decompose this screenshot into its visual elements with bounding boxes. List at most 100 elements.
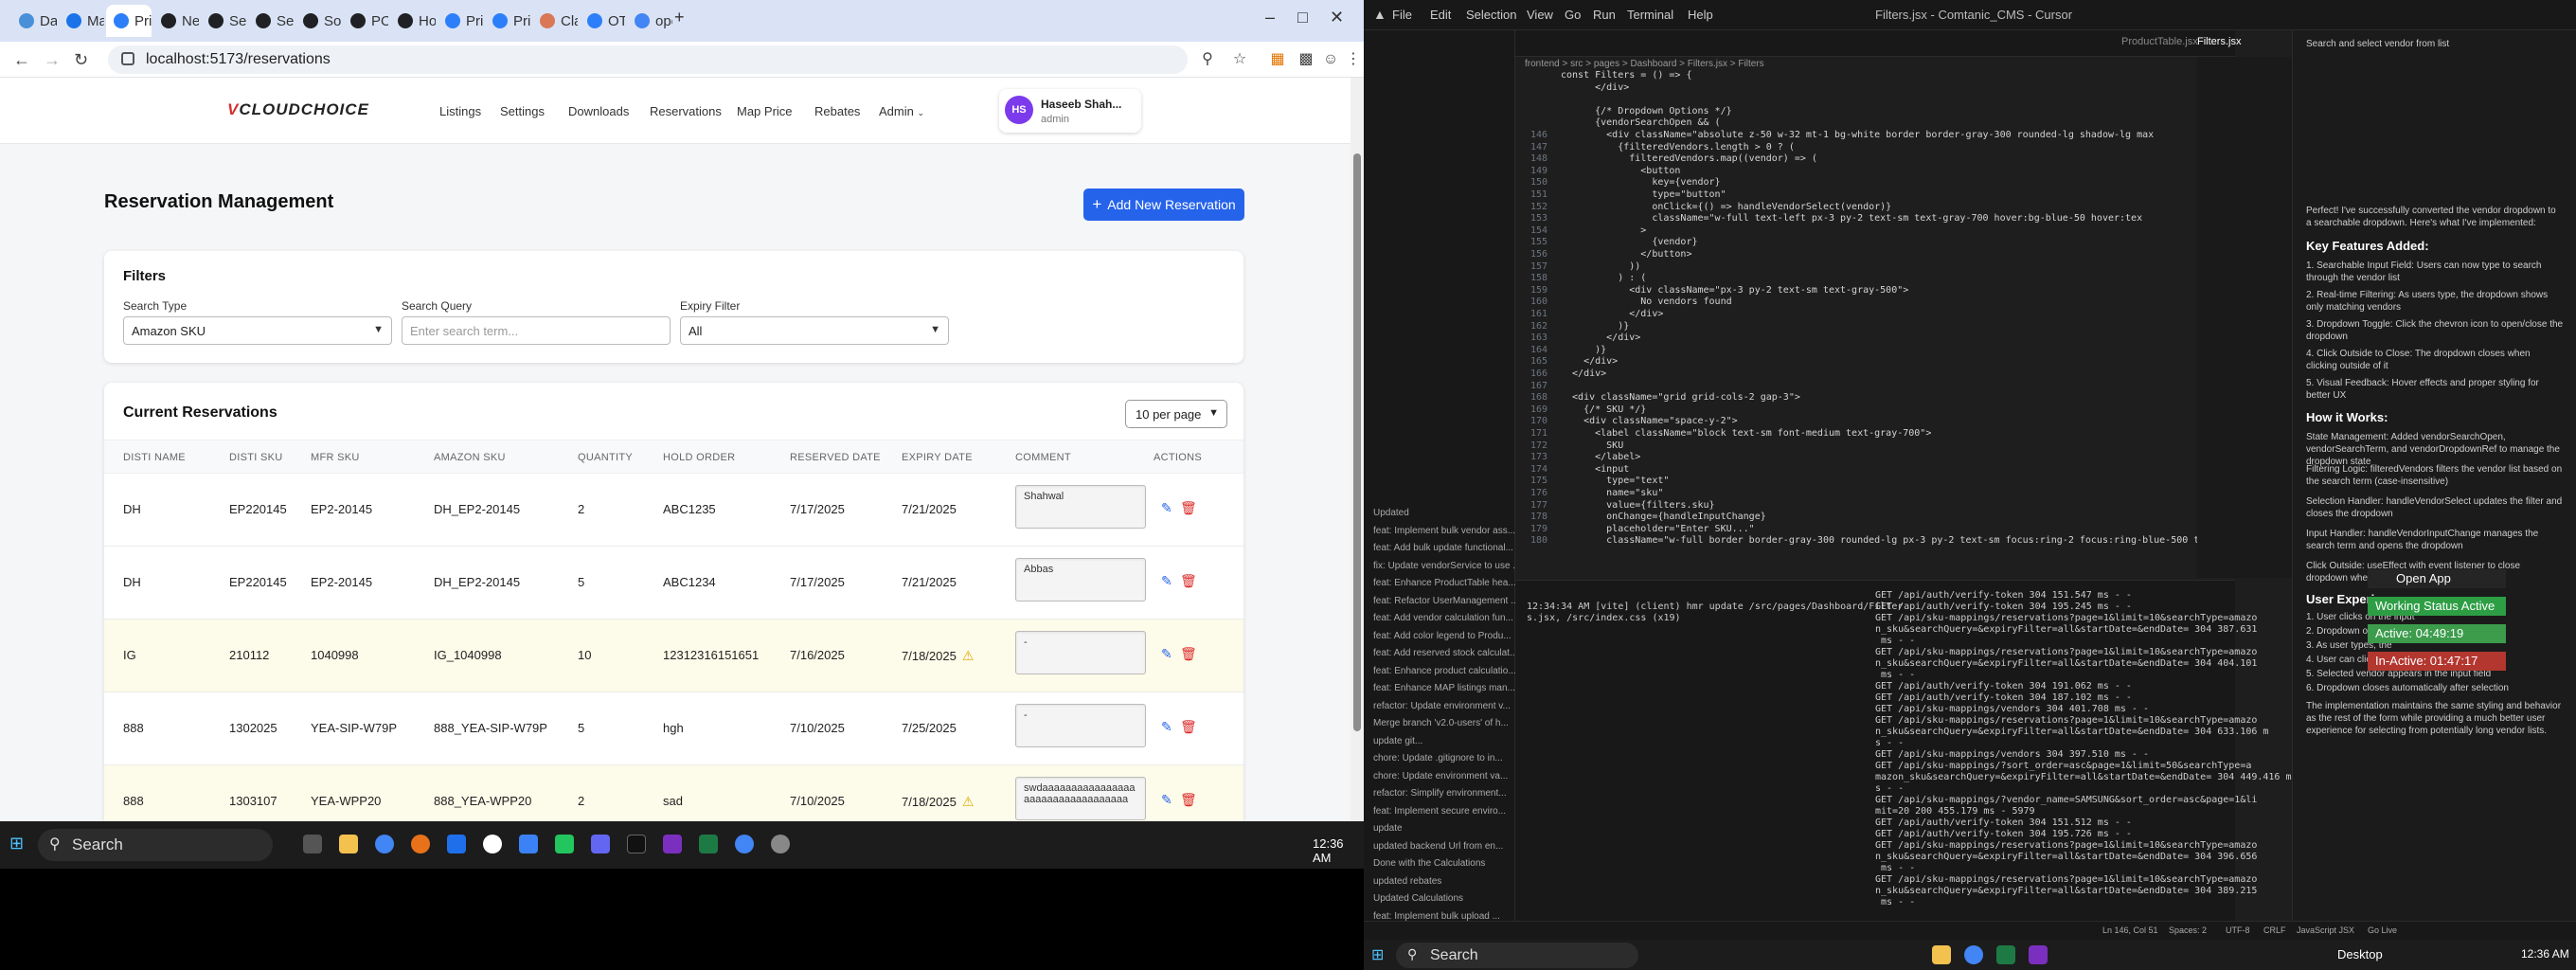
comment-textarea[interactable]: Shahwal bbox=[1015, 485, 1146, 529]
comment-textarea[interactable]: Abbas bbox=[1015, 558, 1146, 602]
settings-icon[interactable] bbox=[771, 835, 790, 853]
commit-item[interactable]: feat: Add color legend to Produ... bbox=[1373, 631, 1512, 641]
menu-help[interactable]: Help bbox=[1688, 8, 1713, 22]
commit-item[interactable]: feat: Enhance ProductTable hea... bbox=[1373, 578, 1516, 588]
back-icon[interactable]: ← bbox=[13, 50, 30, 70]
browser-tab[interactable]: Pricing bbox=[438, 5, 483, 37]
cloudchoice-logo[interactable]: VCLOUDCHOICE bbox=[227, 100, 369, 119]
onenote-icon[interactable] bbox=[663, 835, 682, 853]
comment-textarea[interactable]: - bbox=[1015, 631, 1146, 674]
add-reservation-button[interactable]: + Add New Reservation bbox=[1083, 189, 1244, 221]
commit-item[interactable]: Updated Calculations bbox=[1373, 893, 1463, 904]
bookmark-star-icon[interactable]: ☆ bbox=[1231, 51, 1248, 68]
zoom-icon[interactable]: ⚲ bbox=[1199, 51, 1216, 68]
commit-item[interactable]: Updated bbox=[1373, 508, 1409, 518]
taskbar-search[interactable]: ⚲ Search bbox=[1396, 943, 1638, 968]
extension-icon[interactable]: ▦ bbox=[1269, 51, 1286, 68]
commit-item[interactable]: feat: Implement bulk vendor ass... bbox=[1373, 526, 1515, 536]
url-bar[interactable]: localhost:5173/reservations bbox=[108, 45, 1188, 74]
open-app-button[interactable]: Open App bbox=[2368, 569, 2506, 588]
commit-item[interactable]: feat: Enhance product calculatio... bbox=[1373, 666, 1516, 676]
delete-icon[interactable]: 🗑 bbox=[1180, 792, 1197, 808]
edit-icon[interactable]: ✎ bbox=[1161, 792, 1172, 808]
cursor-app-icon[interactable] bbox=[627, 835, 646, 853]
browser-tab[interactable]: Search bbox=[201, 5, 246, 37]
onenote-icon[interactable] bbox=[2029, 945, 2048, 964]
nav-map-price[interactable]: Map Price bbox=[737, 104, 793, 118]
statusbar-item[interactable]: UTF-8 bbox=[2226, 925, 2250, 935]
browser-tab[interactable]: Pri bbox=[106, 5, 152, 37]
menu-view[interactable]: View bbox=[1527, 8, 1553, 22]
commit-item[interactable]: feat: Implement bulk upload ... bbox=[1373, 911, 1500, 922]
terminal-panel[interactable]: 12:34:34 AM [vite] (client) hmr update /… bbox=[1515, 580, 2292, 921]
site-info-icon[interactable] bbox=[121, 52, 134, 65]
commit-item[interactable]: Merge branch 'v2.0-users' of h... bbox=[1373, 718, 1509, 728]
menu-run[interactable]: Run bbox=[1593, 8, 1616, 22]
profile-icon[interactable]: ☺ bbox=[1322, 51, 1339, 68]
nav-rebates[interactable]: Rebates bbox=[814, 104, 860, 118]
commit-item[interactable]: update git... bbox=[1373, 736, 1422, 746]
chrome-icon[interactable] bbox=[1964, 945, 1983, 964]
zoom-app-icon[interactable] bbox=[447, 835, 466, 853]
commit-item[interactable]: feat: Add bulk update functional... bbox=[1373, 543, 1513, 553]
tab-producttable[interactable]: ProductTable.jsx bbox=[2121, 36, 2198, 47]
browser-tab[interactable]: Search bbox=[248, 5, 294, 37]
forward-icon[interactable]: → bbox=[44, 50, 61, 70]
menu-file[interactable]: File bbox=[1392, 8, 1412, 22]
reload-icon[interactable]: ↻ bbox=[74, 50, 88, 70]
commit-item[interactable]: updated backend Url from en... bbox=[1373, 841, 1503, 852]
commit-item[interactable]: feat: Add reserved stock calculat... bbox=[1373, 648, 1517, 658]
delete-icon[interactable]: 🗑 bbox=[1180, 719, 1197, 735]
commit-item[interactable]: update bbox=[1373, 823, 1403, 834]
maximize-icon[interactable]: □ bbox=[1297, 8, 1308, 27]
file-explorer-icon[interactable] bbox=[339, 835, 358, 853]
expiry-filter-select[interactable]: All ▼ bbox=[680, 316, 949, 345]
commit-item[interactable]: feat: Enhance MAP listings man... bbox=[1373, 683, 1515, 693]
app-icon[interactable] bbox=[483, 835, 502, 853]
commit-item[interactable]: feat: Refactor UserManagement ... bbox=[1373, 596, 1518, 606]
browser-tab[interactable]: OTMS bbox=[580, 5, 625, 37]
browser-tab[interactable]: open c bbox=[627, 5, 672, 37]
app-icon[interactable] bbox=[591, 835, 610, 853]
nav-listings[interactable]: Listings bbox=[439, 104, 481, 118]
scrollbar-thumb[interactable] bbox=[1353, 153, 1361, 731]
app-icon[interactable] bbox=[519, 835, 538, 853]
menu-selection[interactable]: Selection bbox=[1466, 8, 1516, 22]
commit-item[interactable]: Done with the Calculations bbox=[1373, 858, 1485, 869]
chrome-icon[interactable] bbox=[735, 835, 754, 853]
nav-settings[interactable]: Settings bbox=[500, 104, 545, 118]
delete-icon[interactable]: 🗑 bbox=[1180, 573, 1197, 589]
close-icon[interactable]: ✕ bbox=[1330, 8, 1344, 27]
commit-item[interactable]: refactor: Simplify environment... bbox=[1373, 788, 1507, 799]
search-query-input[interactable]: Enter search term... bbox=[402, 316, 671, 345]
page-scrollbar[interactable] bbox=[1351, 78, 1364, 821]
menu-edit[interactable]: Edit bbox=[1430, 8, 1451, 22]
delete-icon[interactable]: 🗑 bbox=[1180, 646, 1197, 662]
tab-filters[interactable]: Filters.jsx bbox=[2197, 36, 2241, 47]
commit-item[interactable]: chore: Update environment va... bbox=[1373, 771, 1508, 781]
menu-go[interactable]: Go bbox=[1565, 8, 1581, 22]
edit-icon[interactable]: ✎ bbox=[1161, 646, 1172, 662]
file-explorer-icon[interactable] bbox=[1932, 945, 1951, 964]
commit-item[interactable]: refactor: Update environment v... bbox=[1373, 701, 1511, 711]
windows-start-icon[interactable]: ⊞ bbox=[9, 834, 24, 853]
nav-reservations[interactable]: Reservations bbox=[650, 104, 722, 118]
statusbar-item[interactable]: Spaces: 2 bbox=[2169, 925, 2207, 935]
edit-icon[interactable]: ✎ bbox=[1161, 719, 1172, 735]
statusbar-item[interactable]: CRLF bbox=[2263, 925, 2286, 935]
new-tab-icon[interactable]: + bbox=[674, 8, 685, 27]
windows-start-icon[interactable]: ⊞ bbox=[1371, 945, 1384, 964]
extensions-puzzle-icon[interactable]: ▩ bbox=[1297, 51, 1315, 68]
minimap[interactable] bbox=[2197, 57, 2292, 578]
excel-icon[interactable] bbox=[1996, 945, 2015, 964]
browser-tab[interactable]: Dashb bbox=[11, 5, 57, 37]
commit-item[interactable]: chore: Update .gitignore to in... bbox=[1373, 753, 1503, 763]
comment-textarea[interactable]: swdaaaaaaaaaaaaaaaa aaaaaaaaaaaaaaaaaa bbox=[1015, 777, 1146, 820]
app-icon[interactable] bbox=[555, 835, 574, 853]
commit-item[interactable]: fix: Update vendorService to use ... bbox=[1373, 561, 1521, 571]
edit-icon[interactable]: ✎ bbox=[1161, 573, 1172, 589]
excel-icon[interactable] bbox=[699, 835, 718, 853]
browser-tab[interactable]: Pricing bbox=[485, 5, 530, 37]
task-view-icon[interactable] bbox=[303, 835, 322, 853]
nav-admin[interactable]: Admin ⌄ bbox=[879, 104, 924, 118]
